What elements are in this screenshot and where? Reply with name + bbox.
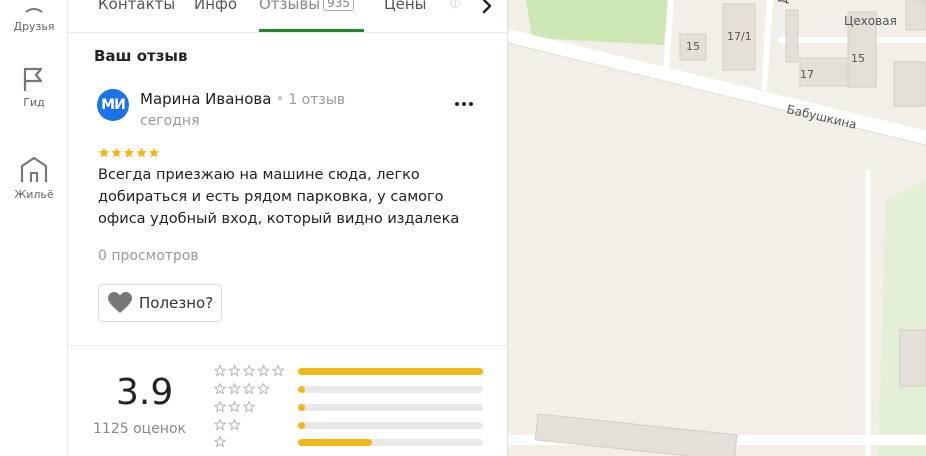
rail-label-guide: Гид xyxy=(23,96,45,109)
tab-info[interactable]: Инфо xyxy=(194,0,237,32)
rating-row-star xyxy=(214,383,227,395)
rating-row-stars xyxy=(214,383,270,395)
review-views: 0 просмотров xyxy=(98,248,199,264)
tab-contacts[interactable]: Контакты xyxy=(98,0,175,32)
rating-bar-track xyxy=(298,368,483,375)
rating-bar-track xyxy=(298,404,483,411)
more-options-button[interactable] xyxy=(448,92,478,116)
rating-bar-track xyxy=(298,422,483,429)
chevron-right-icon xyxy=(482,0,492,14)
avatar[interactable]: МИ xyxy=(97,89,129,121)
rating-row-stars xyxy=(214,419,241,431)
rating-row-star xyxy=(228,365,241,377)
rating-row-star xyxy=(242,383,256,395)
tabs-next-button[interactable] xyxy=(472,0,502,24)
rating-bar-fill xyxy=(298,439,372,446)
author-name[interactable]: Марина Иванова xyxy=(140,90,271,108)
rating-row-star xyxy=(257,365,270,377)
rail-item-guide[interactable]: Гид xyxy=(0,64,68,109)
rating-row-star xyxy=(242,401,256,413)
section-divider xyxy=(68,345,507,346)
park-area xyxy=(526,0,668,45)
rating-row-stars xyxy=(214,436,227,448)
rating-row-stars xyxy=(214,401,256,413)
rating-bar-fill xyxy=(298,422,306,429)
tab-reviews-count: 935 xyxy=(323,0,354,11)
review-text: Всегда приезжаю на машине сюда, легко до… xyxy=(98,167,460,227)
author-review-count: 1 отзыв xyxy=(288,92,346,108)
left-rail: Друзья Гид Жильё xyxy=(0,0,68,456)
rail-label-friends: Друзья xyxy=(13,20,55,33)
rating-bar-fill xyxy=(298,368,483,375)
more-dots-icon xyxy=(455,102,473,106)
tab-reviews[interactable]: Отзывы 935 xyxy=(259,0,354,32)
rating-row-star xyxy=(228,383,241,395)
review-star xyxy=(148,147,160,158)
review-date: сегодня xyxy=(140,113,200,129)
tab-reviews-label: Отзывы xyxy=(259,0,321,13)
rating-row-3[interactable] xyxy=(214,401,484,415)
map-canvas xyxy=(506,0,926,456)
rating-row-star xyxy=(242,365,256,377)
rating-bar-track xyxy=(298,386,483,393)
review-star xyxy=(98,147,110,158)
rating-row-star xyxy=(214,436,227,448)
house-number-17-1: 17/1 xyxy=(727,30,752,43)
rating-row-star xyxy=(214,365,227,377)
rating-row-stars xyxy=(214,365,285,377)
helpful-button[interactable]: Полезно? xyxy=(98,284,223,322)
tab-prices[interactable]: Цены xyxy=(384,0,427,32)
review-star xyxy=(111,147,122,158)
people-icon xyxy=(25,8,43,13)
street-label-da: Да xyxy=(776,0,790,4)
rating-row-star xyxy=(257,383,270,395)
rating-row-star xyxy=(228,401,241,413)
your-review-title: Ваш отзыв xyxy=(94,47,188,65)
rating-row-star xyxy=(271,365,285,377)
street-label-tsekhovaya: Цеховая xyxy=(844,14,897,28)
helpful-label: Полезно? xyxy=(139,294,214,312)
review-author: Марина Иванова • 1 отзыв xyxy=(140,90,345,108)
heart-icon xyxy=(108,292,132,313)
rating-row-5[interactable] xyxy=(214,365,484,379)
rating-bar-track xyxy=(298,439,483,446)
review-star xyxy=(123,147,135,158)
rating-row-2[interactable] xyxy=(214,419,484,433)
rail-item-housing[interactable]: Жильё xyxy=(0,152,68,201)
rating-value: 3.9 xyxy=(116,372,174,413)
rating-count: 1125 оценок xyxy=(93,421,186,437)
active-tab-indicator xyxy=(259,29,364,32)
rail-label-housing: Жильё xyxy=(14,188,54,201)
rating-row-4[interactable] xyxy=(214,383,484,397)
rating-row-star xyxy=(228,419,241,431)
author-separator: • xyxy=(275,90,285,108)
organization-panel: Контакты Инфо Отзывы935 Цены Ф Ваш отзыв… xyxy=(68,0,508,456)
rating-row-star xyxy=(214,401,227,413)
flag-icon xyxy=(23,67,43,91)
tab-bar: Контакты Инфо Отзывы935 Цены Ф xyxy=(68,0,507,33)
review-star xyxy=(136,147,147,158)
house-icon xyxy=(20,156,48,182)
map[interactable]: Бабушкина Цеховая Да 15 17/1 17 15 xyxy=(506,0,926,456)
rating-row-1[interactable] xyxy=(214,436,484,450)
rating-bar-fill xyxy=(298,386,306,393)
house-number-17: 17 xyxy=(800,68,814,81)
rating-row-star xyxy=(214,419,227,431)
house-number-15: 15 xyxy=(686,40,700,53)
house-number-15-b: 15 xyxy=(851,52,865,65)
rail-item-friends[interactable]: Друзья xyxy=(0,0,68,33)
review-stars xyxy=(98,147,160,158)
rating-bar-fill xyxy=(298,404,306,411)
